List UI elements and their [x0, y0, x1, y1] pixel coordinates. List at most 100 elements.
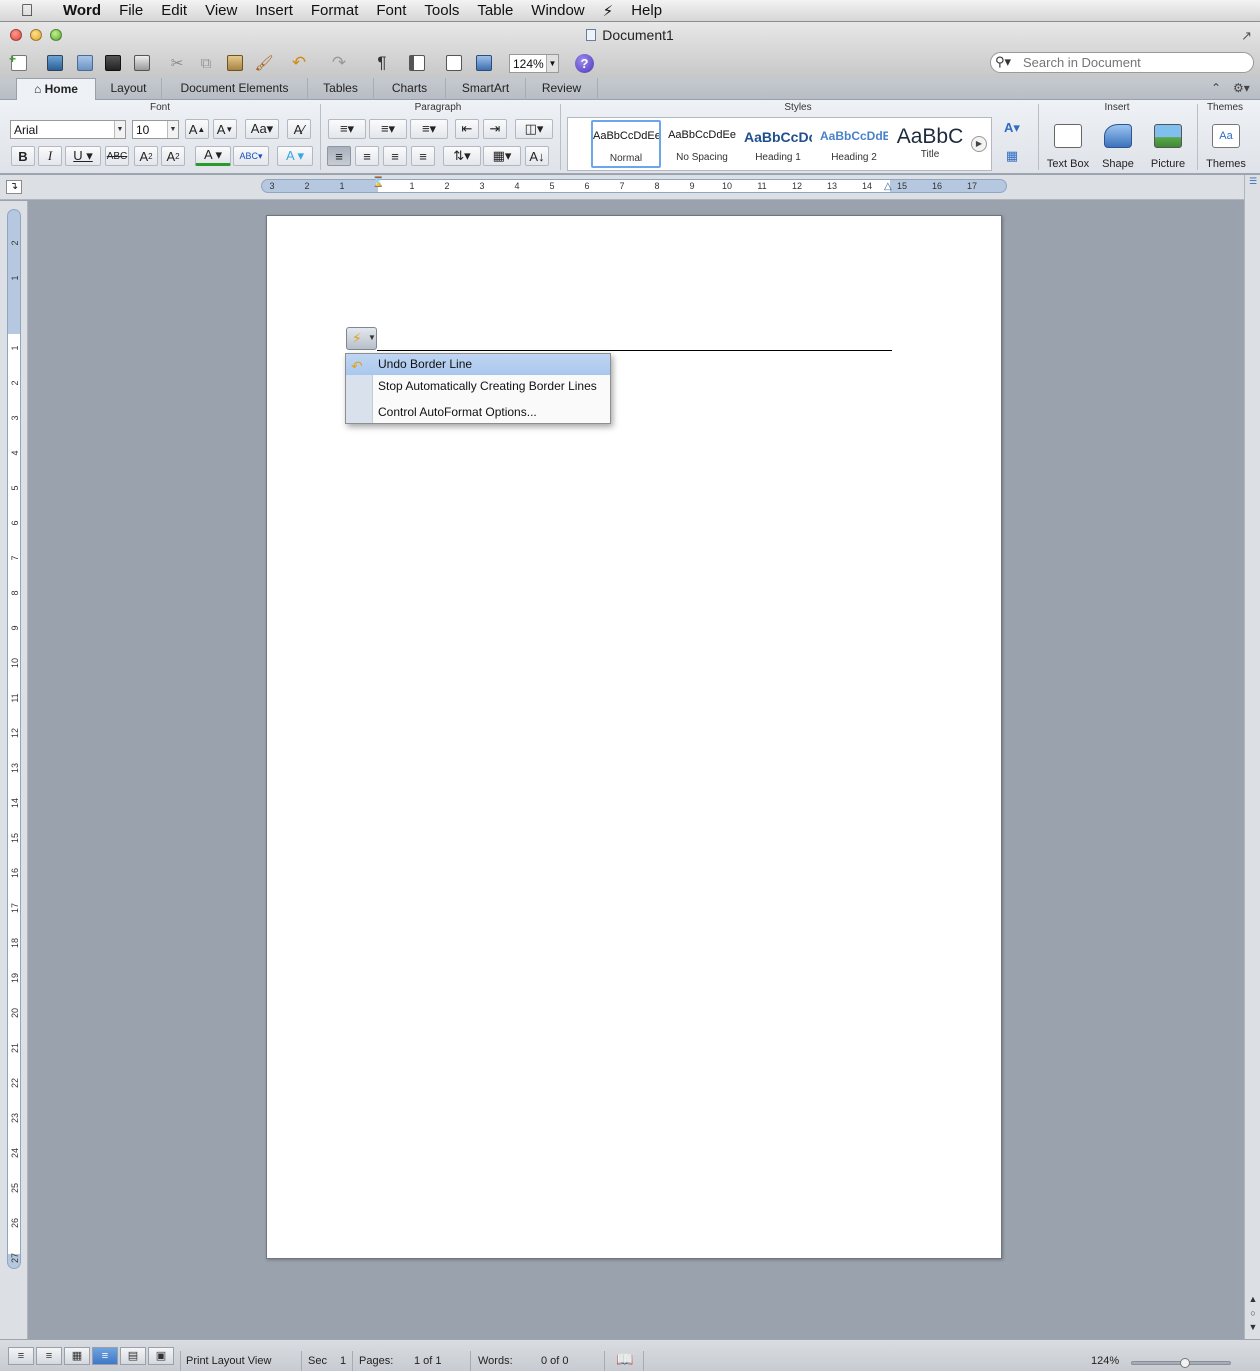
chevron-down-icon[interactable]: ▼: [167, 121, 178, 138]
font-size-combo[interactable]: 10 ▼: [132, 120, 179, 139]
tab-layout[interactable]: Layout: [96, 78, 162, 100]
search-input[interactable]: [1023, 54, 1248, 71]
clear-formatting-icon[interactable]: A∕: [287, 119, 311, 139]
menu-format[interactable]: Format: [302, 2, 368, 19]
numbering-icon[interactable]: ≡▾: [369, 119, 407, 139]
tab-smartart[interactable]: SmartArt: [446, 78, 526, 100]
script-menu-icon[interactable]: ⚡: [594, 2, 623, 20]
font-color-icon[interactable]: A ▾: [195, 146, 231, 166]
draft-view-icon[interactable]: ≡: [8, 1347, 34, 1365]
search-field[interactable]: ⚲▾: [990, 52, 1254, 73]
next-page-icon[interactable]: ▼: [1247, 1321, 1259, 1333]
toolbox-icon[interactable]: [443, 52, 465, 74]
sidebar-toggle-icon[interactable]: [406, 52, 428, 74]
shrink-font-icon[interactable]: A ▼: [213, 119, 237, 139]
style-heading-2[interactable]: AaBbCcDdEe Heading 2: [819, 120, 889, 168]
proofing-book-icon[interactable]: 📖: [616, 1351, 633, 1368]
strikethrough-icon[interactable]: ABC: [105, 146, 129, 166]
first-line-indent-marker-icon[interactable]: ⌛: [372, 177, 384, 188]
menu-insert[interactable]: Insert: [246, 2, 302, 19]
menu-item-stop-border-lines[interactable]: Stop Automatically Creating Border Lines: [346, 376, 610, 397]
menu-table[interactable]: Table: [468, 2, 522, 19]
align-left-icon[interactable]: ≡: [327, 146, 351, 166]
show-formatting-icon[interactable]: ¶: [371, 52, 393, 74]
font-name-combo[interactable]: Arial ▼: [10, 120, 126, 139]
right-indent-marker-icon[interactable]: △: [884, 181, 892, 192]
apple-menu-icon[interactable]: : [0, 1, 54, 21]
autocorrect-options-button[interactable]: ⚡ ▼: [346, 327, 377, 350]
text-effects-icon[interactable]: A ▾: [277, 146, 313, 166]
print-layout-view-icon[interactable]: ≡: [92, 1347, 118, 1365]
zoom-slider-handle[interactable]: [1180, 1358, 1190, 1368]
help-icon[interactable]: ?: [575, 54, 594, 73]
collapse-ribbon-icon[interactable]: ⌃: [1211, 81, 1221, 95]
paste-icon[interactable]: [224, 52, 246, 74]
open-icon[interactable]: [74, 52, 96, 74]
align-center-icon[interactable]: ≡: [355, 146, 379, 166]
menu-item-autoformat-options[interactable]: Control AutoFormat Options...: [346, 402, 610, 423]
line-spacing-icon[interactable]: ⇅▾: [443, 146, 481, 166]
superscript-icon[interactable]: A2: [134, 146, 158, 166]
bullets-icon[interactable]: ≡▾: [328, 119, 366, 139]
full-screen-view-icon[interactable]: ▣: [148, 1347, 174, 1365]
bold-icon[interactable]: B: [11, 146, 35, 166]
cut-icon[interactable]: ✂: [166, 52, 188, 74]
columns-icon[interactable]: ◫▾: [515, 119, 553, 139]
multilevel-list-icon[interactable]: ≡▾: [410, 119, 448, 139]
save-icon[interactable]: [102, 52, 124, 74]
browse-object-icon[interactable]: ○: [1247, 1307, 1259, 1319]
grow-font-icon[interactable]: A ▲: [185, 119, 209, 139]
templates-gallery-icon[interactable]: [44, 52, 66, 74]
menu-tools[interactable]: Tools: [415, 2, 468, 19]
zoom-select[interactable]: 124% ▼: [509, 54, 559, 73]
menu-word[interactable]: Word: [54, 2, 110, 19]
justify-icon[interactable]: ≡: [411, 146, 435, 166]
undo-icon[interactable]: ↶: [288, 52, 310, 74]
sort-icon[interactable]: A↓: [525, 146, 549, 166]
redo-icon[interactable]: ↷: [328, 52, 350, 74]
themes-button[interactable]: Aa Themes: [1200, 120, 1252, 172]
menu-help[interactable]: Help: [622, 2, 671, 19]
shape-button[interactable]: Shape: [1092, 120, 1144, 172]
new-document-icon[interactable]: +: [8, 52, 30, 74]
manage-styles-icon[interactable]: ▦: [1000, 146, 1024, 166]
picture-button[interactable]: Picture: [1142, 120, 1194, 172]
menu-view[interactable]: View: [196, 2, 246, 19]
increase-indent-icon[interactable]: ⇥: [483, 119, 507, 139]
menu-file[interactable]: File: [110, 2, 152, 19]
decrease-indent-icon[interactable]: ⇤: [455, 119, 479, 139]
change-case-icon[interactable]: Aa▾: [245, 119, 279, 139]
notebook-view-icon[interactable]: ▤: [120, 1347, 146, 1365]
subscript-icon[interactable]: A2: [161, 146, 185, 166]
styles-pane-icon[interactable]: A▾: [1000, 118, 1024, 138]
underline-icon[interactable]: U ▾: [65, 146, 101, 166]
highlight-icon[interactable]: ABC▾: [233, 146, 269, 166]
media-browser-icon[interactable]: [473, 52, 495, 74]
tab-tables[interactable]: Tables: [308, 78, 374, 100]
vertical-ruler[interactable]: 2 1 1 2 3 4 5 6 7 8 9 10 11 12 13 14 15 …: [7, 209, 21, 1269]
ribbon-settings-icon[interactable]: ⚙▾: [1233, 81, 1250, 95]
tab-document-elements[interactable]: Document Elements: [162, 78, 308, 100]
style-heading-1[interactable]: AaBbCcDc Heading 1: [743, 120, 813, 168]
print-icon[interactable]: [131, 52, 153, 74]
style-no-spacing[interactable]: AaBbCcDdEe No Spacing: [667, 120, 737, 168]
menu-item-undo-border-line[interactable]: ↶ Undo Border Line: [346, 354, 610, 375]
document-canvas[interactable]: ⚡ ▼: [28, 201, 1244, 1339]
tab-charts[interactable]: Charts: [374, 78, 446, 100]
menu-font[interactable]: Font: [367, 2, 415, 19]
zoom-slider[interactable]: [1131, 1358, 1231, 1368]
italic-icon[interactable]: I: [38, 146, 62, 166]
vertical-scrollbar[interactable]: ☰ ▲ ○ ▼: [1244, 175, 1260, 1339]
borders-icon[interactable]: ▦▾: [483, 146, 521, 166]
fullscreen-icon[interactable]: ↗: [1241, 28, 1252, 44]
text-box-button[interactable]: Text Box: [1042, 120, 1094, 172]
tab-review[interactable]: Review: [526, 78, 598, 100]
publishing-view-icon[interactable]: ▦: [64, 1347, 90, 1365]
chevron-down-icon[interactable]: ▼: [114, 121, 125, 138]
style-normal[interactable]: AaBbCcDdEe Normal: [591, 120, 661, 168]
tab-home[interactable]: ⌂ Home: [16, 78, 96, 100]
copy-icon[interactable]: ⧉: [195, 52, 217, 74]
outline-view-icon[interactable]: ≡: [36, 1347, 62, 1365]
format-painter-icon[interactable]: 🖌: [253, 52, 275, 74]
align-right-icon[interactable]: ≡: [383, 146, 407, 166]
